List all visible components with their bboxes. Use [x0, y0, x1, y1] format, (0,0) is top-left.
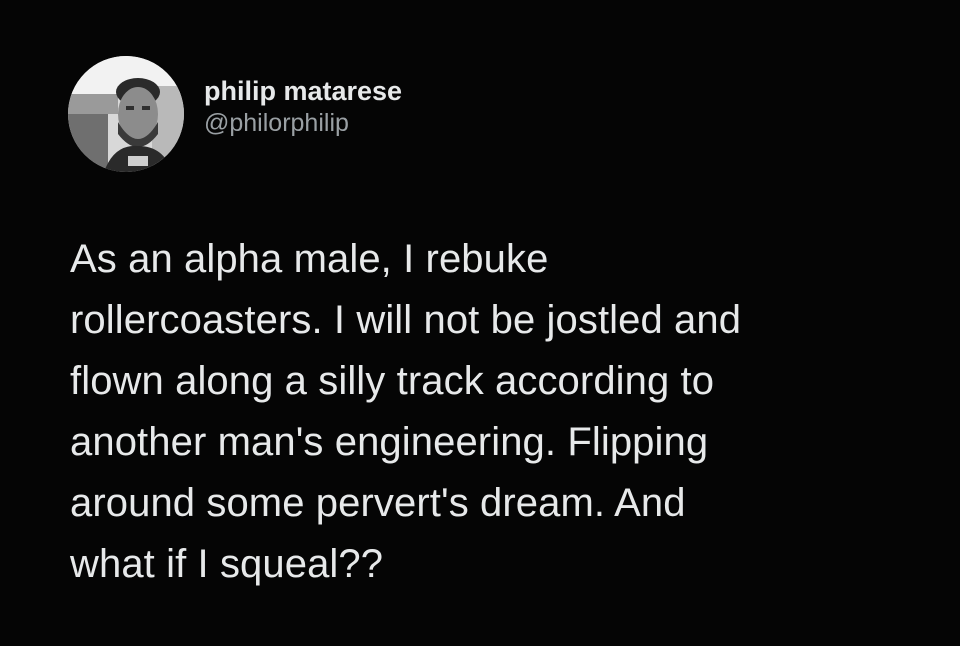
tweet-header: philip matarese @philorphilip [68, 56, 402, 172]
tweet-text-line: around some pervert's dream. And [70, 481, 686, 525]
tweet-text-line: another man's engineering. Flipping [70, 420, 709, 464]
tweet-text-line: flown along a silly track according to [70, 359, 715, 403]
tweet-text-line: what if I squeal?? [70, 542, 384, 586]
tweet-text: As an alpha male, I rebuke rollercoaster… [70, 229, 900, 595]
author-handle[interactable]: @philorphilip [204, 108, 402, 138]
author-names: philip matarese @philorphilip [204, 74, 402, 138]
tweet-card: philip matarese @philorphilip As an alph… [0, 0, 960, 646]
avatar[interactable] [68, 56, 184, 172]
tweet-text-line: As an alpha male, I rebuke [70, 237, 549, 281]
tweet-text-line: rollercoasters. I will not be jostled an… [70, 298, 742, 342]
avatar-image [68, 56, 184, 172]
author-display-name[interactable]: philip matarese [204, 74, 402, 108]
